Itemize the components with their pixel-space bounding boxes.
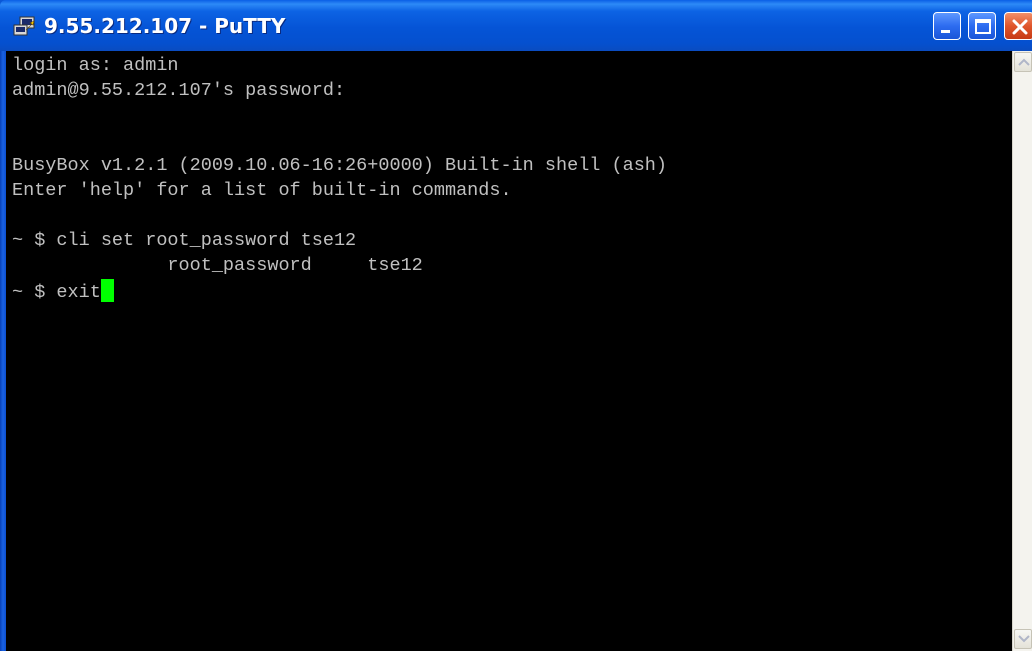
title-bar[interactable]: 9.55.212.107 - PuTTY xyxy=(0,0,1032,51)
terminal-line: BusyBox v1.2.1 (2009.10.06-16:26+0000) B… xyxy=(12,155,668,176)
terminal-area[interactable]: login as: admin admin@9.55.212.107's pas… xyxy=(6,51,1012,651)
close-button[interactable] xyxy=(1004,12,1032,40)
terminal-cursor xyxy=(100,279,114,302)
close-icon xyxy=(1012,19,1028,35)
maximize-button[interactable] xyxy=(968,12,996,40)
putty-window: 9.55.212.107 - PuTTY login as: admin adm… xyxy=(0,0,1032,651)
minimize-button[interactable] xyxy=(933,12,961,40)
scroll-down-arrow-icon xyxy=(1018,635,1030,643)
terminal-line: ~ $ exit xyxy=(12,282,101,303)
putty-icon[interactable] xyxy=(12,16,36,38)
scroll-down-button[interactable] xyxy=(1014,629,1032,649)
scroll-up-button[interactable] xyxy=(1014,52,1032,72)
maximize-icon xyxy=(975,19,991,34)
terminal-line: Enter 'help' for a list of built-in comm… xyxy=(12,180,512,201)
terminal-line: admin@9.55.212.107's password: xyxy=(12,80,346,101)
window-title: 9.55.212.107 - PuTTY xyxy=(44,14,286,38)
vertical-scrollbar[interactable] xyxy=(1012,51,1032,651)
terminal-line: ~ $ cli set root_password tse12 xyxy=(12,230,357,251)
scroll-up-arrow-icon xyxy=(1018,58,1030,66)
terminal-line: root_password tse12 xyxy=(12,255,423,276)
terminal-prompt-line: ~ $ exit xyxy=(12,279,114,305)
minimize-icon xyxy=(941,30,950,33)
terminal-line: login as: admin xyxy=(12,55,179,76)
